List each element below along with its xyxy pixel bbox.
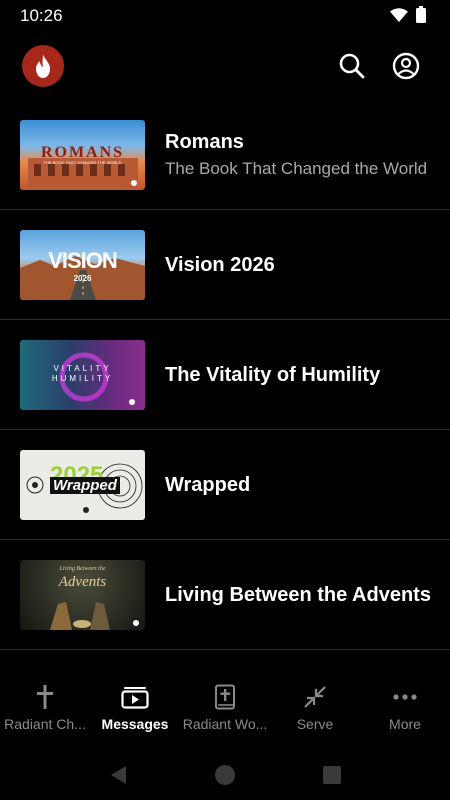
thumbnail-caption: 2026 xyxy=(73,274,92,283)
recents-square-icon[interactable] xyxy=(322,765,342,785)
cross-icon xyxy=(37,685,53,709)
message-title: Wrapped xyxy=(165,473,251,496)
wifi-icon xyxy=(390,7,408,22)
account-circle-icon xyxy=(392,52,420,80)
flame-icon xyxy=(36,54,50,78)
nav-label: Radiant Ch... xyxy=(4,716,86,732)
thumbnail-title: Advents xyxy=(58,574,107,590)
home-circle-icon[interactable] xyxy=(214,764,236,786)
message-thumbnail: 2025 Wrapped xyxy=(20,450,145,520)
account-button[interactable] xyxy=(391,51,421,81)
nav-item-more[interactable]: More xyxy=(360,670,450,750)
thumbnail-title: VITALITY xyxy=(53,364,112,373)
more-dots-icon xyxy=(393,694,417,700)
compress-arrows-icon xyxy=(304,686,326,708)
battery-icon xyxy=(416,6,426,23)
message-item-vitality-of-humility[interactable]: VITALITY HUMILITY The Vitality of Humili… xyxy=(0,320,450,430)
message-thumbnail: VISION 2026 xyxy=(20,230,145,300)
bible-icon xyxy=(215,684,235,710)
message-title: The Vitality of Humility xyxy=(165,363,381,386)
message-thumbnail: ROMANS THE BOOK THAT CHANGED THE WORLD xyxy=(20,120,145,190)
thumbnail-title: VISION xyxy=(48,248,118,273)
nav-item-messages[interactable]: Messages xyxy=(90,670,180,750)
bottom-navigation: Radiant Ch... Messages Radiant Wo... Ser… xyxy=(0,670,450,750)
message-title: Living Between the Advents xyxy=(165,583,431,606)
system-navigation-bar xyxy=(0,750,450,800)
status-time: 10:26 xyxy=(20,6,63,25)
church-logo[interactable] xyxy=(22,45,64,87)
thumbnail-caption: HUMILITY xyxy=(51,374,114,383)
thumbnail-caption: THE BOOK THAT CHANGED THE WORLD xyxy=(43,160,122,165)
nav-item-radiant-word[interactable]: Radiant Wo... xyxy=(180,670,270,750)
nav-label: Messages xyxy=(101,716,169,732)
message-item-romans[interactable]: ROMANS THE BOOK THAT CHANGED THE WORLD R… xyxy=(0,100,450,210)
nav-item-radiant-church[interactable]: Radiant Ch... xyxy=(0,670,90,750)
message-title: Romans xyxy=(165,131,244,153)
message-item-wrapped[interactable]: 2025 Wrapped Wrapped xyxy=(0,430,450,540)
app-header xyxy=(0,40,450,94)
status-bar: 10:26 xyxy=(0,0,450,30)
nav-label: More xyxy=(389,716,421,732)
nav-label: Radiant Wo... xyxy=(182,716,268,732)
message-title: Vision 2026 xyxy=(165,253,275,276)
message-thumbnail: VITALITY HUMILITY xyxy=(20,340,145,410)
back-triangle-icon[interactable] xyxy=(108,764,128,786)
thumbnail-title: Wrapped xyxy=(50,477,120,494)
search-button[interactable] xyxy=(337,51,367,81)
status-icons xyxy=(390,6,426,23)
message-thumbnail: Living Between the Advents xyxy=(20,560,145,630)
nav-item-serve[interactable]: Serve xyxy=(270,670,360,750)
message-item-living-between-the-advents[interactable]: Living Between the Advents Living Betwee… xyxy=(0,540,450,650)
messages-list: ROMANS THE BOOK THAT CHANGED THE WORLD R… xyxy=(0,100,450,650)
search-icon xyxy=(339,53,365,79)
nav-label: Serve xyxy=(296,716,334,732)
message-subtitle: The Book That Changed the World xyxy=(165,159,428,178)
play-video-icon xyxy=(121,687,149,709)
message-item-vision-2026[interactable]: VISION 2026 Vision 2026 xyxy=(0,210,450,320)
thumbnail-caption: Living Between the xyxy=(59,566,106,572)
